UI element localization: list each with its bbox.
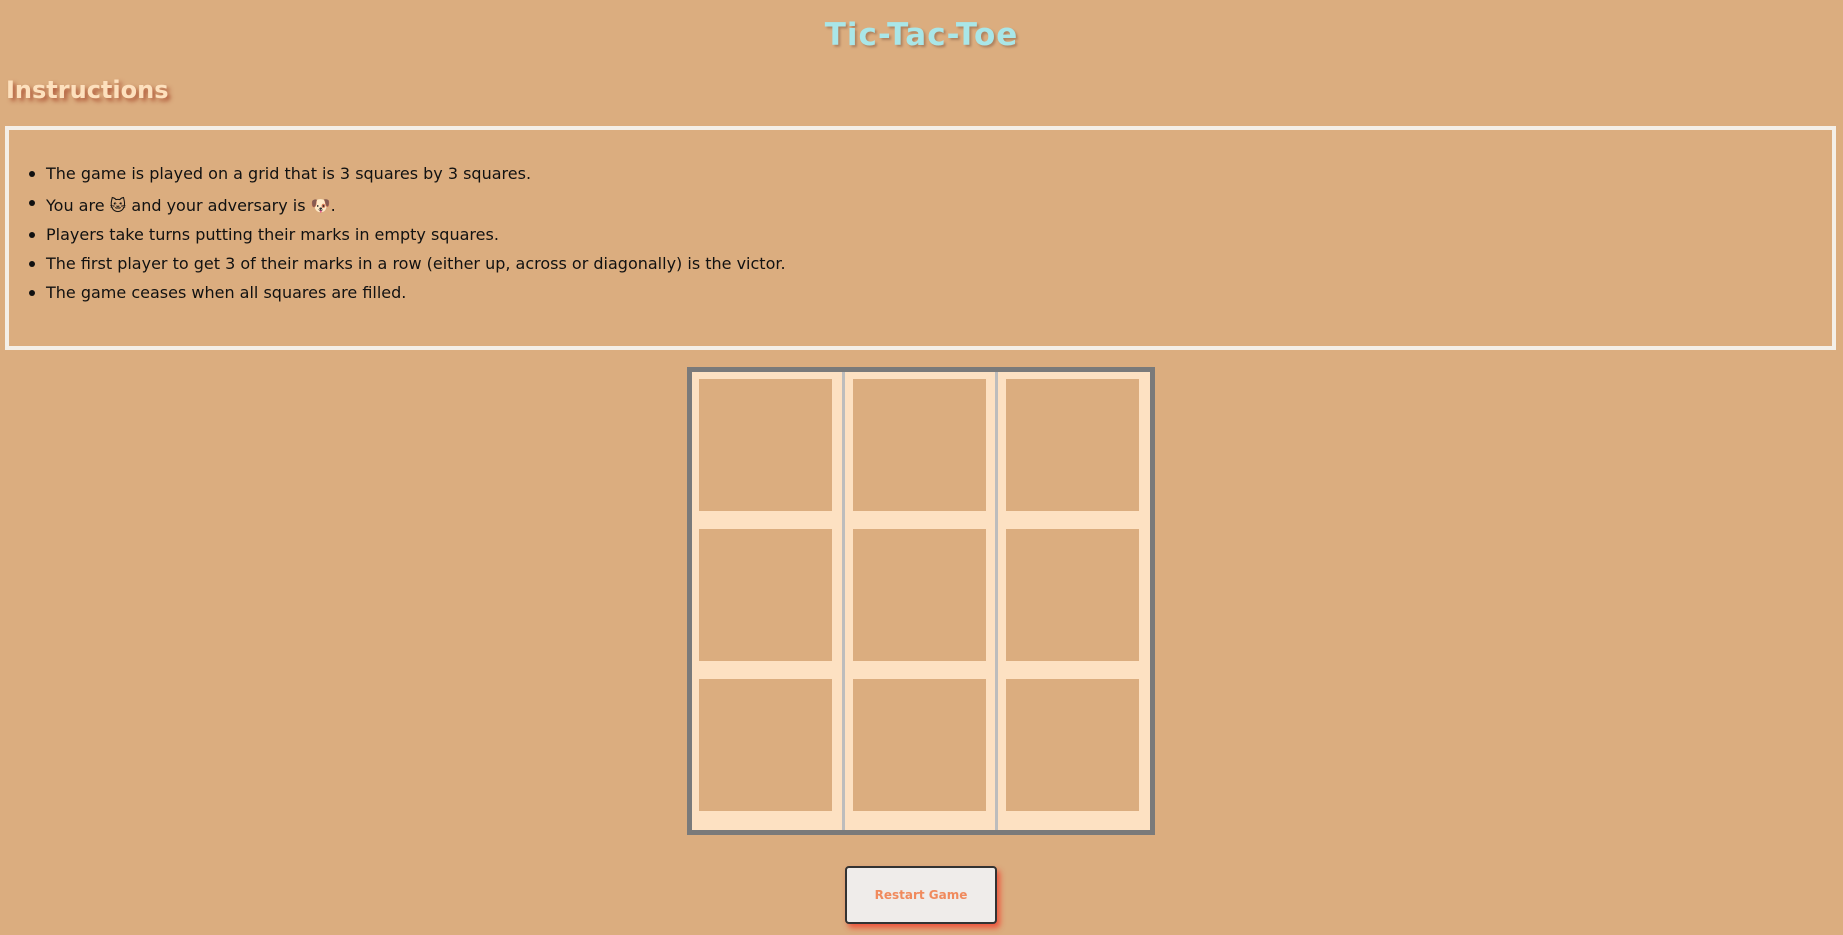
instructions-list: The game is played on a grid that is 3 s… xyxy=(29,163,786,311)
instructions-heading: Instructions xyxy=(6,76,169,104)
instruction-text: and your adversary is xyxy=(126,196,311,215)
grid-divider xyxy=(842,372,845,830)
board-cell-9[interactable] xyxy=(1002,675,1143,815)
dog-icon: 🐶 xyxy=(310,196,331,215)
board-cell-7[interactable] xyxy=(695,675,836,815)
instruction-item: Players take turns putting their marks i… xyxy=(29,224,786,253)
board-cell-1[interactable] xyxy=(695,375,836,515)
game-board xyxy=(687,367,1155,835)
board-cell-8[interactable] xyxy=(849,675,990,815)
board-cell-5[interactable] xyxy=(849,525,990,665)
restart-game-button[interactable]: Restart Game xyxy=(845,866,997,924)
instruction-item: The game ceases when all squares are fil… xyxy=(29,282,786,311)
board-cell-6[interactable] xyxy=(1002,525,1143,665)
instruction-item: You are 🐱 and your adversary is 🐶. xyxy=(29,192,786,224)
instruction-text: . xyxy=(330,196,336,215)
grid-divider xyxy=(995,372,998,830)
board-cell-4[interactable] xyxy=(695,525,836,665)
instruction-item: The game is played on a grid that is 3 s… xyxy=(29,163,786,192)
board-cell-2[interactable] xyxy=(849,375,990,515)
instruction-item: The first player to get 3 of their marks… xyxy=(29,253,786,282)
game-title: Tic-Tac-Toe xyxy=(824,17,1019,53)
cat-icon: 🐱 xyxy=(109,196,127,215)
instructions-panel: The game is played on a grid that is 3 s… xyxy=(5,126,1836,350)
board-cell-3[interactable] xyxy=(1002,375,1143,515)
board-grid xyxy=(692,372,1150,830)
instruction-text: You are xyxy=(46,196,110,215)
